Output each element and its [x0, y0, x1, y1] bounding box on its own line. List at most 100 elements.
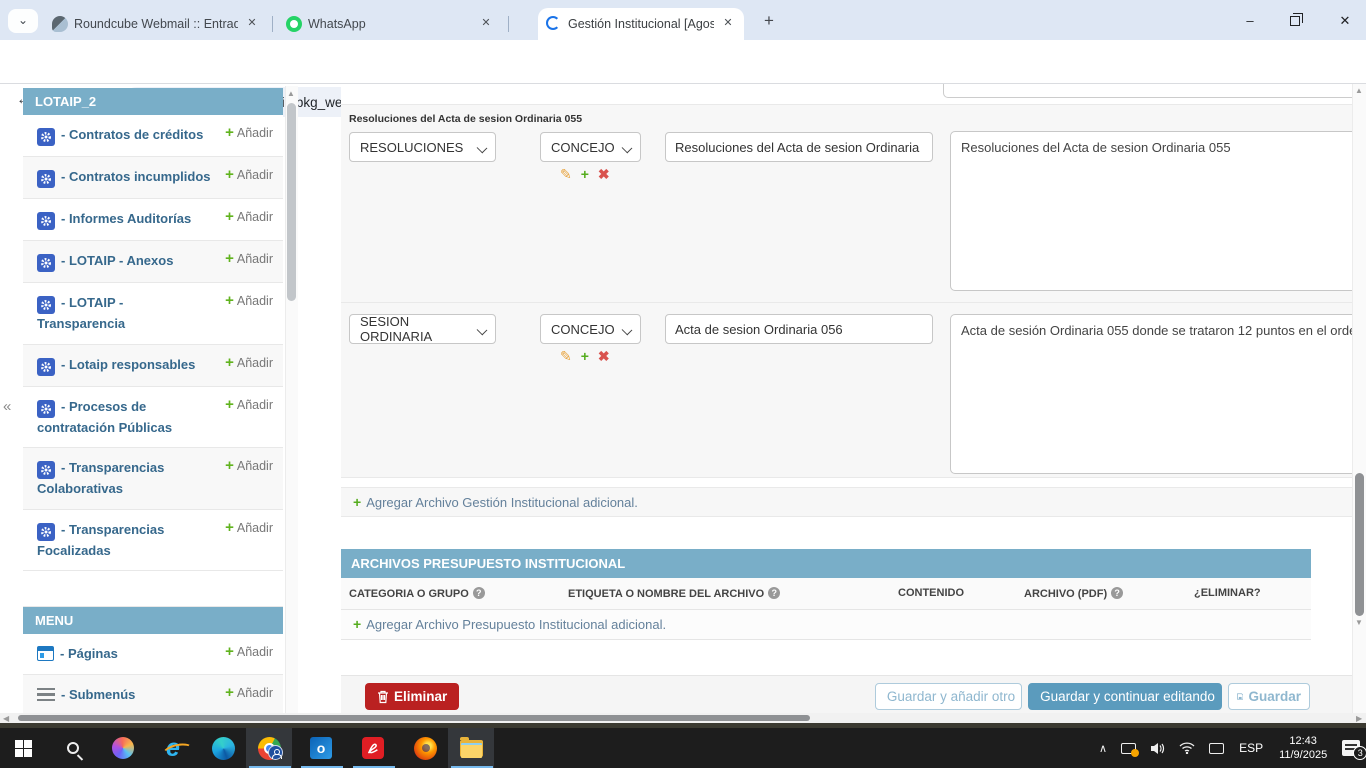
- chrome-button[interactable]: [246, 728, 292, 768]
- add-link[interactable]: +Añadir: [225, 643, 273, 660]
- language-indicator[interactable]: ESP: [1239, 741, 1263, 755]
- sidebar-item-link[interactable]: - LOTAIP - Anexos: [61, 253, 173, 268]
- outlook-button[interactable]: o: [298, 728, 344, 768]
- minimize-button[interactable]: –: [1235, 12, 1265, 30]
- sidebar-item: - Submenús +Añadir: [23, 675, 283, 716]
- tab-search-button[interactable]: ⌄: [8, 9, 38, 33]
- volume-icon[interactable]: [1150, 742, 1165, 755]
- copilot-button[interactable]: [100, 728, 146, 768]
- save-and-add-button[interactable]: Guardar y añadir otro: [875, 683, 1022, 710]
- browser-toolbar: ← → ✕ sanjuan.gob.ec/admin/pkg_webpage/c…: [0, 40, 1366, 84]
- add-icon[interactable]: +: [581, 166, 598, 182]
- date-text: 11/9/2025: [1279, 749, 1327, 761]
- new-tab-button[interactable]: +: [757, 10, 781, 34]
- add-link[interactable]: +Añadir: [225, 250, 273, 267]
- help-icon[interactable]: ?: [768, 587, 780, 599]
- maximize-button[interactable]: [1290, 16, 1300, 26]
- add-link[interactable]: +Añadir: [225, 292, 273, 309]
- group-select[interactable]: CONCEJO: [540, 132, 641, 162]
- sidebar-item-link[interactable]: - Informes Auditorías: [61, 211, 191, 226]
- add-gestion-link[interactable]: +Agregar Archivo Gestión Institucional a…: [353, 495, 638, 510]
- sidebar-item-link[interactable]: - Contratos incumplidos: [61, 169, 211, 184]
- plus-icon: +: [225, 684, 234, 701]
- sidebar-module-header: MENU: [23, 607, 283, 634]
- tab-gestion-institucional[interactable]: Gestión Institucional [Agosto-2 ✕: [538, 8, 744, 40]
- sidebar-item-link[interactable]: - Procesos de contratación Públicas: [37, 399, 172, 435]
- display-icon[interactable]: [1209, 743, 1224, 754]
- scroll-down-icon[interactable]: ▼: [1355, 618, 1363, 627]
- plus-icon: +: [225, 166, 234, 183]
- help-icon[interactable]: ?: [1111, 587, 1123, 599]
- delete-icon[interactable]: ✖: [598, 348, 619, 364]
- sidebar-item-link[interactable]: - Transparencias Colaborativas: [37, 460, 164, 496]
- add-link[interactable]: +Añadir: [225, 684, 273, 701]
- close-window-button[interactable]: ✕: [1330, 12, 1360, 30]
- roundcube-favicon: [52, 16, 68, 32]
- close-tab-icon[interactable]: ✕: [244, 16, 260, 32]
- tray-expand-icon[interactable]: ∧: [1099, 742, 1107, 755]
- content-textarea[interactable]: Resoluciones del Acta de sesion Ordinari…: [950, 131, 1352, 291]
- content-textarea[interactable]: Acta de sesión Ordinaria 055 donde se tr…: [950, 314, 1352, 474]
- vertical-scrollbar-thumb[interactable]: [1355, 473, 1364, 616]
- notification-center-button[interactable]: 3: [1342, 740, 1360, 756]
- close-tab-icon[interactable]: ✕: [478, 16, 494, 32]
- sidebar-collapse-icon[interactable]: «: [3, 398, 11, 415]
- edit-icon[interactable]: ✎: [560, 166, 581, 182]
- sidebar-scrollbar-thumb[interactable]: [287, 103, 296, 301]
- wifi-icon[interactable]: [1179, 742, 1195, 754]
- tab-whatsapp[interactable]: WhatsApp ✕: [278, 8, 502, 40]
- add-icon[interactable]: +: [581, 348, 598, 364]
- category-select[interactable]: SESION ORDINARIA: [349, 314, 496, 344]
- add-link[interactable]: +Añadir: [225, 457, 273, 474]
- system-tray: ∧ ESP 12:43 11/9/2025 3: [1092, 728, 1366, 768]
- edge-button[interactable]: [200, 728, 246, 768]
- file-name-input[interactable]: [665, 314, 933, 344]
- add-link[interactable]: +Añadir: [225, 519, 273, 536]
- start-button[interactable]: [0, 728, 46, 768]
- tab-roundcube[interactable]: Roundcube Webmail :: Entrada ✕: [44, 8, 268, 40]
- pages-icon: [37, 646, 54, 661]
- sidebar-item-link[interactable]: - Contratos de créditos: [61, 127, 203, 142]
- table-header-row: CATEGORIA O GRUPO? ETIQUETA O NOMBRE DEL…: [341, 578, 1311, 610]
- save-and-continue-button[interactable]: Guardar y continuar editando: [1028, 683, 1222, 710]
- scroll-left-icon[interactable]: ◀: [3, 714, 9, 723]
- group-select[interactable]: CONCEJO: [540, 314, 641, 344]
- save-button[interactable]: Guardar: [1228, 683, 1310, 710]
- internet-explorer-button[interactable]: e: [150, 728, 196, 768]
- edit-icon[interactable]: ✎: [560, 348, 581, 364]
- acrobat-button[interactable]: [350, 728, 396, 768]
- scroll-up-icon[interactable]: ▲: [1355, 86, 1363, 95]
- sidebar-item-link[interactable]: - Submenús: [61, 687, 135, 702]
- remote-session-icon[interactable]: [1121, 743, 1136, 754]
- delete-icon[interactable]: ✖: [598, 166, 619, 182]
- file-explorer-button[interactable]: [448, 728, 494, 768]
- plus-icon: +: [225, 457, 234, 474]
- close-tab-icon[interactable]: ✕: [720, 16, 736, 32]
- add-presupuesto-link[interactable]: +Agregar Archivo Presupuesto Institucion…: [353, 617, 666, 632]
- add-link[interactable]: +Añadir: [225, 396, 273, 413]
- partial-input-above[interactable]: [943, 84, 1352, 98]
- add-link[interactable]: +Añadir: [225, 166, 273, 183]
- delete-button[interactable]: Eliminar: [365, 683, 459, 710]
- add-link[interactable]: +Añadir: [225, 124, 273, 141]
- sidebar-item-link[interactable]: - Lotaip responsables: [61, 357, 195, 372]
- sidebar-item-link[interactable]: - Transparencias Focalizadas: [37, 522, 164, 558]
- category-select[interactable]: RESOLUCIONES: [349, 132, 496, 162]
- submenu-icon: [37, 688, 55, 701]
- edge-icon: [212, 737, 235, 760]
- firefox-button[interactable]: [402, 728, 448, 768]
- add-link[interactable]: +Añadir: [225, 354, 273, 371]
- sidebar-item: - LOTAIP - Anexos +Añadir: [23, 241, 283, 283]
- scroll-right-icon[interactable]: ▶: [1356, 714, 1362, 723]
- scroll-up-icon[interactable]: ▲: [287, 89, 295, 98]
- horizontal-scrollbar-thumb[interactable]: [18, 715, 810, 721]
- help-icon[interactable]: ?: [473, 587, 485, 599]
- row-actions: ✎+✖: [560, 348, 619, 365]
- plus-icon: +: [225, 208, 234, 225]
- sidebar-item-link[interactable]: - Páginas: [60, 646, 118, 661]
- taskbar-search-button[interactable]: [50, 728, 96, 768]
- add-link[interactable]: +Añadir: [225, 208, 273, 225]
- tab-title: WhatsApp: [308, 17, 472, 31]
- clock[interactable]: 12:43 11/9/2025: [1279, 734, 1327, 762]
- file-name-input[interactable]: [665, 132, 933, 162]
